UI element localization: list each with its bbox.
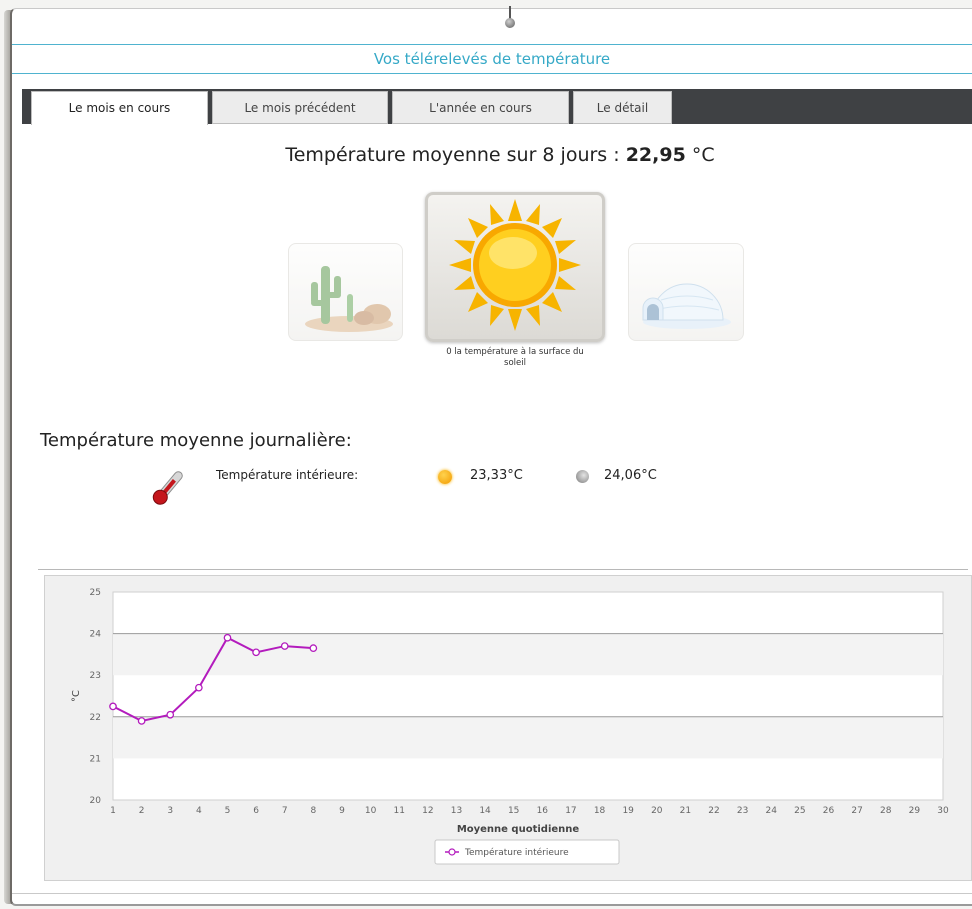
x-tick-label: 14 [479, 806, 491, 816]
x-tick-label: 13 [451, 806, 462, 816]
x-tick-label: 3 [167, 806, 173, 816]
x-tick-label: 30 [937, 806, 949, 816]
summary-value: 22,95 [625, 144, 686, 166]
thermometer-icon [148, 466, 188, 514]
cactus-desert-icon [305, 266, 393, 332]
x-tick-label: 4 [196, 806, 202, 816]
sun-icon [449, 199, 581, 331]
page-title: Vos télérelevés de température [12, 44, 972, 74]
footer-divider [12, 893, 972, 894]
summary-prefix: Température moyenne sur 8 jours : [285, 144, 620, 166]
x-axis-label: Moyenne quotidienne [457, 824, 580, 835]
y-tick-label: 24 [90, 630, 102, 640]
data-point [309, 644, 318, 653]
x-tick-label: 1 [110, 806, 116, 816]
x-tick-label: 7 [282, 806, 288, 816]
x-tick-label: 24 [766, 806, 778, 816]
x-tick-label: 22 [708, 806, 719, 816]
tab-detail[interactable]: Le détail [573, 91, 672, 124]
y-tick-label: 23 [90, 671, 101, 681]
day-temperature-value: 23,33°C [470, 468, 523, 483]
average-temperature-summary: Température moyenne sur 8 jours : 22,95 … [0, 144, 972, 166]
x-tick-label: 21 [680, 806, 691, 816]
tab-bar: Le mois en cours Le mois précédent L'ann… [22, 89, 972, 125]
interior-temperature-label: Température intérieure: [216, 468, 359, 482]
data-point [109, 702, 117, 711]
x-tick-label: 29 [909, 806, 921, 816]
tab-current-month[interactable]: Le mois en cours [31, 91, 208, 125]
x-tick-label: 5 [225, 806, 231, 816]
section-divider [38, 569, 968, 570]
chart-svg: 2021222324251 2 3 4 5 6 7 8 9 10 11 12 13 14 15 16 17 18 1… [71, 588, 949, 865]
x-tick-label: 2 [139, 806, 145, 816]
y-axis-label: °C [71, 690, 82, 702]
summary-unit: °C [691, 144, 715, 166]
x-tick-label: 11 [393, 806, 404, 816]
data-point [223, 633, 232, 642]
night-temperature-value: 24,06°C [604, 468, 657, 483]
y-tick-label: 22 [90, 713, 101, 723]
legend-label: Température intérieure [464, 847, 569, 858]
y-tick-label: 20 [90, 796, 102, 806]
x-tick-label: 10 [365, 806, 377, 816]
x-tick-label: 26 [823, 806, 835, 816]
legend-swatch-marker [448, 848, 456, 856]
plot-area [112, 591, 944, 801]
x-tick-label: 17 [565, 806, 576, 816]
daily-average-title: Température moyenne journalière: [40, 430, 352, 451]
desert-tile[interactable] [288, 243, 403, 341]
pin-head-icon [505, 18, 515, 28]
day-sun-icon [438, 470, 452, 484]
x-tick-label: 28 [880, 806, 892, 816]
data-point [280, 642, 289, 650]
tab-previous-month[interactable]: Le mois précédent [212, 91, 388, 124]
plot-band [113, 716, 943, 759]
tab-current-year[interactable]: L'année en cours [392, 91, 569, 124]
x-tick-label: 27 [851, 806, 862, 816]
x-tick-label: 9 [339, 806, 345, 816]
daily-temperature-chart: 20 21 22 23 24 25 1 2 3 4 5 6 7 8 9 10 11 12 13 14 15 16 17 18 1… [44, 575, 972, 881]
y-tick-label: 21 [90, 754, 101, 764]
sun-tile[interactable] [425, 192, 605, 342]
x-tick-label: 18 [594, 806, 606, 816]
y-tick-label: 25 [90, 588, 101, 598]
x-tick-label: 12 [422, 806, 433, 816]
igloo-icon [642, 283, 731, 329]
x-tick-label: 15 [508, 806, 519, 816]
data-point [137, 717, 146, 725]
tile-caption: 0 la température à la surface du soleil [446, 347, 584, 368]
x-tick-label: 23 [737, 806, 748, 816]
plot-band [113, 633, 943, 676]
x-tick-label: 8 [310, 806, 316, 816]
night-moon-icon [576, 470, 589, 483]
x-tick-label: 20 [651, 806, 663, 816]
x-tick-label: 16 [537, 806, 549, 816]
igloo-tile[interactable] [628, 243, 744, 341]
x-tick-label: 19 [622, 806, 634, 816]
data-point [166, 710, 175, 719]
data-point [252, 648, 260, 657]
x-tick-label: 25 [794, 806, 805, 816]
x-tick-label: 6 [253, 806, 259, 816]
data-point [195, 683, 203, 692]
